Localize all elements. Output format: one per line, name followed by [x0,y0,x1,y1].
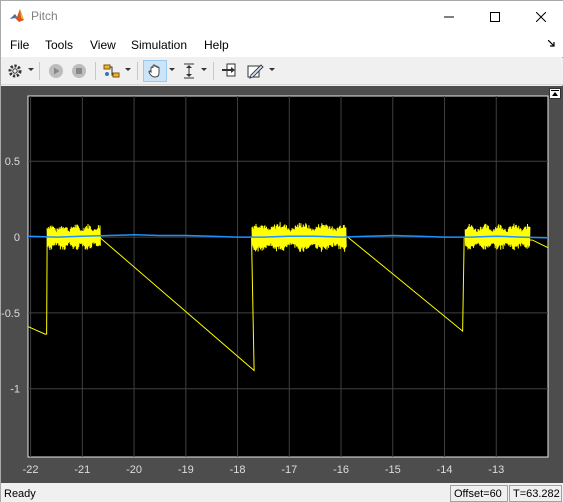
status-offset: Offset=60 [450,485,508,502]
settings-button[interactable] [5,60,25,82]
plot-area [27,95,549,458]
cursor-icon [222,63,236,77]
status-bar: Ready Offset=60 T=63.282 [1,483,563,502]
x-tick-label: -21 [74,464,90,476]
minimize-button[interactable] [426,1,472,32]
cursor-measurement-button[interactable] [219,60,241,82]
undock-icon [551,90,559,96]
zoom-icon [184,63,194,79]
status-time: T=63.282 [509,485,562,502]
toolbar [1,58,563,85]
chevron-down-icon[interactable] [269,66,277,74]
scope-plot[interactable]: -22 -21 -20 -19 -18 -17 -16 -15 -14 -13 0.5 0 -0.5 -1 [1,86,563,483]
style-icon [247,64,264,79]
chevron-down-icon[interactable] [28,66,36,74]
maximize-button[interactable] [472,1,518,32]
x-tick-label: -16 [333,464,349,476]
menu-help[interactable]: Help [204,38,229,52]
menu-view[interactable]: View [90,38,116,52]
menu-bar: File Tools View Simulation Help [1,32,563,57]
menu-file[interactable]: File [10,38,29,52]
x-tick-label: -13 [488,464,504,476]
window-title: Pitch [31,9,58,23]
title-bar[interactable]: Pitch [1,1,563,32]
gear-icon [8,64,22,78]
signal-icon [103,64,120,78]
style-button[interactable] [244,60,266,82]
toolbar-separator [39,62,40,80]
minimize-icon [444,16,454,17]
chevron-down-icon[interactable] [169,66,177,74]
maximize-icon [490,11,500,22]
chevron-down-icon[interactable] [125,66,133,74]
x-tick-label: -15 [385,464,401,476]
menu-tools[interactable]: Tools [45,38,73,52]
matlab-app-icon [10,9,24,22]
dock-arrow-icon[interactable] [548,40,556,48]
y-tick-label: -1 [10,384,20,396]
zoom-y-button[interactable] [179,60,199,82]
run-button[interactable] [45,60,67,82]
status-text: Ready [4,488,36,500]
x-tick-label: -20 [126,464,142,476]
toolbar-separator [213,62,214,80]
stop-button[interactable] [68,60,90,82]
x-tick-label: -17 [281,464,297,476]
pan-icon [148,64,160,78]
scope-window: Pitch File Tools View Simulation Help -2… [0,0,563,502]
x-tick-label: -14 [437,464,453,476]
x-tick-label: -22 [23,464,39,476]
menu-simulation[interactable]: Simulation [131,38,187,52]
y-tick-label: -0.5 [1,308,20,320]
stop-icon [72,64,86,78]
undock-button[interactable] [549,88,561,99]
y-tick-label: 0 [14,232,20,244]
chevron-down-icon[interactable] [201,66,209,74]
close-button[interactable] [518,1,563,32]
toolbar-separator [137,62,138,80]
close-icon [536,11,546,22]
signal-selector-button[interactable] [101,60,123,82]
x-tick-label: -19 [178,464,194,476]
x-tick-label: -18 [230,464,246,476]
toolbar-separator [95,62,96,80]
y-tick-label: 0.5 [5,156,20,168]
pan-button[interactable] [143,60,167,82]
run-icon [49,64,63,78]
